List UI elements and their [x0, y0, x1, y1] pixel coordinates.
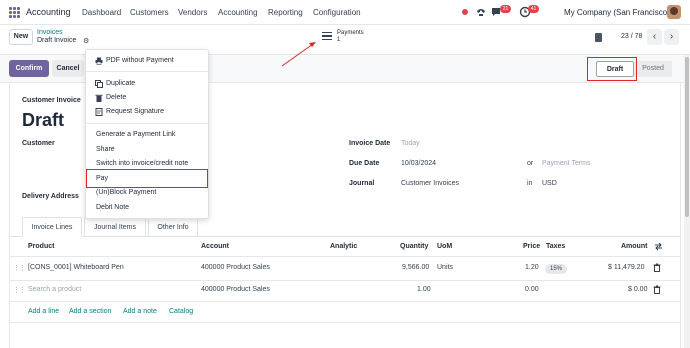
user-avatar[interactable]: [667, 5, 681, 19]
menu-vendors[interactable]: Vendors: [178, 8, 207, 17]
status-posted[interactable]: Posted: [634, 61, 672, 77]
menu-pdf-without-payment[interactable]: PDF without Payment: [106, 57, 174, 64]
menu-duplicate[interactable]: Duplicate: [106, 80, 135, 87]
column-analytic[interactable]: Analytic: [330, 243, 357, 250]
row-divider: [10, 301, 680, 302]
menu-unblock-payment[interactable]: (Un)Block Payment: [96, 189, 156, 196]
tab-journal-items[interactable]: Journal Items: [84, 217, 146, 237]
chat-count-badge: 21: [500, 5, 511, 13]
payments-smart-button-label[interactable]: Payments: [337, 30, 364, 36]
add-section-link[interactable]: Add a section: [69, 308, 111, 315]
scrollbar[interactable]: [684, 55, 690, 348]
record-icon[interactable]: [459, 6, 471, 18]
invoice-title: Draft: [22, 110, 65, 130]
action-dropdown-menu: PDF without Payment Duplicate Delete Req…: [85, 49, 209, 219]
menu-share[interactable]: Share: [96, 146, 115, 153]
invoice-date-field[interactable]: Today: [401, 140, 420, 147]
phone-icon[interactable]: [475, 6, 487, 18]
menu-request-signature[interactable]: Request Signature: [106, 108, 164, 115]
row-drag-handle[interactable]: ⋮⋮: [13, 286, 26, 294]
menu-accounting[interactable]: Accounting: [218, 8, 258, 17]
menu-configuration[interactable]: Configuration: [313, 8, 361, 17]
payments-smart-button-icon[interactable]: [322, 32, 332, 40]
row1-tax-badge[interactable]: 15%: [545, 264, 567, 274]
column-taxes[interactable]: Taxes: [546, 243, 565, 250]
menu-dashboard[interactable]: Dashboard: [82, 8, 121, 17]
app-grid-icon[interactable]: [9, 7, 20, 18]
currency-field[interactable]: USD: [542, 180, 557, 187]
row1-amount: $ 11,479.20: [608, 264, 645, 271]
new-button[interactable]: New: [9, 29, 33, 45]
add-line-link[interactable]: Add a line: [28, 308, 59, 315]
table-bottom-divider: [10, 322, 680, 323]
column-product[interactable]: Product: [28, 243, 54, 250]
tab-other-info[interactable]: Other Info: [148, 217, 198, 237]
trash-icon: [95, 94, 103, 102]
document-icon[interactable]: [595, 33, 602, 42]
breadcrumb-current: Draft Invoice: [37, 37, 77, 44]
column-quantity[interactable]: Quantity: [400, 243, 428, 250]
row2-amount: $ 0.00: [628, 286, 648, 293]
menu-generate-payment-link[interactable]: Generate a Payment Link: [96, 131, 175, 138]
menu-delete[interactable]: Delete: [106, 94, 126, 101]
draft-status-highlight-box: [587, 57, 637, 81]
in-label: in: [527, 180, 533, 187]
payment-terms-field[interactable]: Payment Terms: [542, 160, 591, 167]
row1-delete-icon[interactable]: [653, 263, 661, 272]
menu-reporting[interactable]: Reporting: [268, 8, 303, 17]
breadcrumb-invoices[interactable]: Invoices: [37, 29, 63, 36]
or-label: or: [527, 160, 534, 167]
invoice-date-label: Invoice Date: [349, 140, 391, 147]
row1-price[interactable]: 1.20: [525, 264, 539, 271]
row2-account[interactable]: 400000 Product Sales: [201, 286, 270, 293]
journal-field[interactable]: Customer Invoices: [401, 180, 459, 187]
journal-label: Journal: [349, 180, 375, 187]
catalog-link[interactable]: Catalog: [169, 308, 193, 315]
due-date-field[interactable]: 10/03/2024: [401, 160, 436, 167]
row2-price[interactable]: 0.00: [525, 286, 539, 293]
tab-invoice-lines[interactable]: Invoice Lines: [22, 217, 82, 237]
activity-count-badge: 41: [528, 5, 539, 13]
header-divider: [10, 256, 680, 257]
pager-value[interactable]: 23 / 78: [621, 33, 642, 40]
row2-delete-icon[interactable]: [653, 285, 661, 294]
column-account[interactable]: Account: [201, 243, 229, 250]
menu-customers[interactable]: Customers: [130, 8, 169, 17]
column-uom[interactable]: UoM: [437, 243, 452, 250]
customer-label: Customer: [22, 140, 55, 147]
menu-separator: [86, 71, 208, 72]
delivery-address-label: Delivery Address: [22, 193, 79, 200]
cancel-button[interactable]: Cancel: [52, 60, 84, 77]
row-drag-handle[interactable]: ⋮⋮: [13, 264, 26, 272]
payments-count[interactable]: 1: [337, 37, 340, 43]
column-amount[interactable]: Amount: [621, 243, 647, 250]
due-date-label: Due Date: [349, 160, 380, 167]
row1-quantity[interactable]: 9,566.00: [402, 264, 429, 271]
company-switcher[interactable]: My Company (San Francisco): [564, 8, 670, 17]
row1-account[interactable]: 400000 Product Sales: [201, 264, 270, 271]
pager-previous-button[interactable]: ‹: [647, 29, 662, 45]
document-type-label: Customer Invoice: [22, 97, 81, 104]
row-divider: [10, 280, 680, 281]
signature-icon: [95, 108, 103, 116]
gear-icon[interactable]: ⚙: [83, 37, 89, 45]
row2-quantity[interactable]: 1.00: [417, 286, 431, 293]
menu-separator: [86, 123, 208, 124]
column-price[interactable]: Price: [523, 243, 540, 250]
menu-debit-note[interactable]: Debit Note: [96, 204, 129, 211]
menu-switch-invoice-credit-note[interactable]: Switch into invoice/credit note: [96, 160, 188, 167]
copy-icon: [95, 80, 103, 88]
pay-highlight-box: [86, 169, 208, 188]
app-name[interactable]: Accounting: [26, 7, 71, 17]
row1-product[interactable]: [CONS_0001] Whiteboard Pen: [28, 264, 124, 271]
confirm-button[interactable]: Confirm: [9, 60, 49, 77]
add-note-link[interactable]: Add a note: [123, 308, 157, 315]
top-navbar: Accounting Dashboard Customers Vendors A…: [0, 0, 690, 25]
row1-uom[interactable]: Units: [437, 264, 453, 271]
print-icon: [95, 57, 103, 65]
optional-columns-icon[interactable]: [654, 242, 663, 251]
pager-next-button[interactable]: ›: [664, 29, 679, 45]
row2-product-search[interactable]: Search a product: [28, 286, 81, 293]
